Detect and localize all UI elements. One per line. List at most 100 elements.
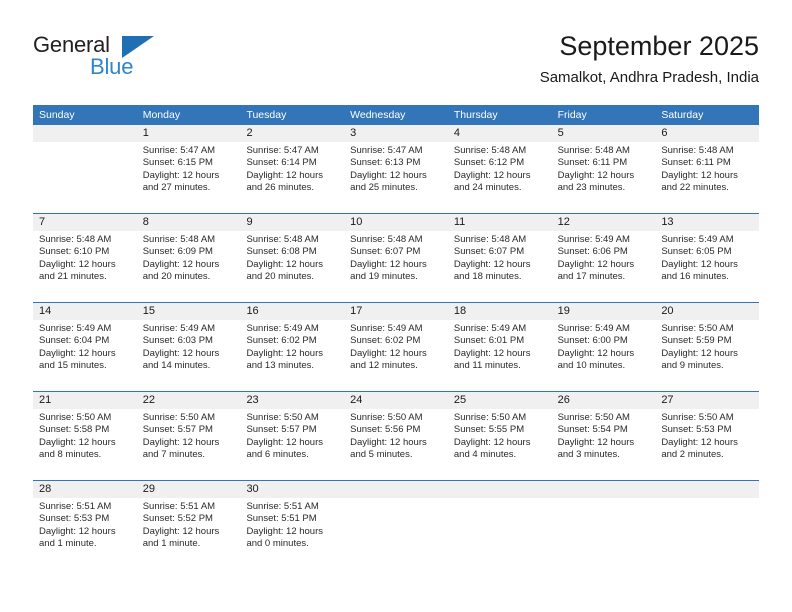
daylight-line: and 27 minutes.: [142, 181, 211, 193]
daylight-line: and 26 minutes.: [246, 181, 315, 193]
day-number[interactable]: 4: [448, 125, 552, 142]
day-cell[interactable]: Sunrise: 5:48 AM Sunset: 6:07 PM Daylight:…: [344, 231, 448, 302]
day-number[interactable]: 26: [552, 392, 656, 409]
day-number[interactable]: 28: [33, 481, 137, 498]
day-number[interactable]: 22: [137, 392, 241, 409]
daylight-line: Daylight: 12 hours: [246, 258, 324, 270]
day-cell[interactable]: Sunrise: 5:51 AM Sunset: 5:51 PM Daylight:…: [240, 498, 344, 569]
day-cell[interactable]: Sunrise: 5:49 AM Sunset: 6:05 PM Daylight:…: [655, 231, 759, 302]
day-number[interactable]: 25: [448, 392, 552, 409]
day-number[interactable]: 19: [552, 303, 656, 320]
day-number[interactable]: 7: [33, 214, 137, 231]
day-number[interactable]: 27: [655, 392, 759, 409]
daylight-line: and 10 minutes.: [557, 359, 626, 371]
date-number-band: 28 29 30: [33, 481, 759, 498]
day-number[interactable]: 5: [552, 125, 656, 142]
day-number[interactable]: 29: [137, 481, 241, 498]
day-cell[interactable]: Sunrise: 5:48 AM Sunset: 6:08 PM Daylight:…: [240, 231, 344, 302]
sunrise-line: Sunrise: 5:49 AM: [350, 323, 423, 334]
day-number[interactable]: 12: [552, 214, 656, 231]
day-number[interactable]: 20: [655, 303, 759, 320]
sunset-line: Sunset: 6:11 PM: [557, 157, 628, 169]
day-number[interactable]: 9: [240, 214, 344, 231]
day-cell[interactable]: Sunrise: 5:50 AM Sunset: 5:55 PM Daylight:…: [448, 409, 552, 480]
sunrise-line: Sunrise: 5:51 AM: [246, 501, 319, 512]
day-number[interactable]: 24: [344, 392, 448, 409]
day-cell[interactable]: Sunrise: 5:51 AM Sunset: 5:53 PM Daylight:…: [33, 498, 137, 569]
day-cell[interactable]: Sunrise: 5:50 AM Sunset: 5:53 PM Daylight:…: [655, 409, 759, 480]
day-cell[interactable]: Sunrise: 5:48 AM Sunset: 6:10 PM Daylight:…: [33, 231, 137, 302]
day-cell[interactable]: Sunrise: 5:50 AM Sunset: 5:54 PM Daylight:…: [552, 409, 656, 480]
day-cell[interactable]: Sunrise: 5:50 AM Sunset: 5:57 PM Daylight:…: [240, 409, 344, 480]
sunrise-line: Sunrise: 5:48 AM: [453, 145, 527, 156]
daylight-line: and 17 minutes.: [557, 270, 626, 282]
sunrise-line: Sunrise: 5:50 AM: [142, 412, 216, 423]
sunset-line: Sunset: 5:55 PM: [453, 424, 525, 436]
day-cell[interactable]: Sunrise: 5:48 AM Sunset: 6:12 PM Daylight:…: [448, 142, 552, 213]
weekday-header-monday: Monday: [142, 109, 181, 121]
day-number[interactable]: 10: [344, 214, 448, 231]
day-number[interactable]: 30: [240, 481, 344, 498]
day-cell[interactable]: Sunrise: 5:50 AM Sunset: 5:58 PM Daylight:…: [33, 409, 137, 480]
sunrise-line: Sunrise: 5:50 AM: [557, 412, 630, 423]
general-blue-logo[interactable]: General Blue: [33, 32, 163, 84]
day-cell[interactable]: Sunrise: 5:49 AM Sunset: 6:02 PM Daylight:…: [344, 320, 448, 391]
day-number[interactable]: 6: [655, 125, 759, 142]
page-title: September 2025: [559, 31, 759, 61]
day-cell[interactable]: Sunrise: 5:48 AM Sunset: 6:09 PM Daylight:…: [137, 231, 241, 302]
sunset-line: Sunset: 6:06 PM: [557, 246, 628, 258]
daylight-line: and 21 minutes.: [39, 270, 107, 282]
daylight-line: and 1 minute.: [142, 537, 201, 549]
day-cell[interactable]: Sunrise: 5:49 AM Sunset: 6:02 PM Daylight:…: [240, 320, 344, 391]
day-cell[interactable]: Sunrise: 5:49 AM Sunset: 6:03 PM Daylight:…: [137, 320, 241, 391]
day-cell[interactable]: Sunrise: 5:47 AM Sunset: 6:14 PM Daylight:…: [240, 142, 344, 213]
sunrise-line: Sunrise: 5:48 AM: [350, 234, 423, 245]
day-number-empty: [33, 125, 137, 142]
daylight-line: and 25 minutes.: [350, 181, 418, 193]
day-number[interactable]: 17: [344, 303, 448, 320]
date-number-band: 14 15 16 17 18 19 20: [33, 303, 759, 320]
sunset-line: Sunset: 5:52 PM: [142, 513, 213, 525]
day-cell-empty: [33, 142, 137, 213]
day-cell[interactable]: Sunrise: 5:49 AM Sunset: 6:04 PM Daylight:…: [33, 320, 137, 391]
day-number[interactable]: 1: [137, 125, 241, 142]
day-cell[interactable]: Sunrise: 5:49 AM Sunset: 6:00 PM Daylight:…: [552, 320, 656, 391]
day-number[interactable]: 3: [344, 125, 448, 142]
daylight-line: and 13 minutes.: [246, 359, 315, 371]
sunset-line: Sunset: 6:11 PM: [661, 157, 731, 169]
day-cell[interactable]: Sunrise: 5:47 AM Sunset: 6:13 PM Daylight:…: [344, 142, 448, 213]
sunrise-line: Sunrise: 5:49 AM: [557, 323, 630, 334]
sunset-line: Sunset: 6:03 PM: [142, 335, 213, 347]
daylight-line: Daylight: 12 hours: [350, 169, 427, 181]
daylight-line: and 9 minutes.: [661, 359, 724, 371]
day-cell[interactable]: Sunrise: 5:48 AM Sunset: 6:07 PM Daylight:…: [448, 231, 552, 302]
daylight-line: Daylight: 12 hours: [142, 169, 220, 181]
day-cell[interactable]: Sunrise: 5:50 AM Sunset: 5:59 PM Daylight:…: [655, 320, 759, 391]
sunrise-line: Sunrise: 5:49 AM: [661, 234, 734, 245]
day-number[interactable]: 11: [448, 214, 552, 231]
day-number[interactable]: 21: [33, 392, 137, 409]
day-cell[interactable]: Sunrise: 5:50 AM Sunset: 5:56 PM Daylight:…: [344, 409, 448, 480]
day-number[interactable]: 16: [240, 303, 344, 320]
day-cell[interactable]: Sunrise: 5:48 AM Sunset: 6:11 PM Daylight:…: [552, 142, 656, 213]
day-number[interactable]: 8: [137, 214, 241, 231]
day-number[interactable]: 14: [33, 303, 137, 320]
day-detail-band: Sunrise: 5:49 AM Sunset: 6:04 PM Daylight:…: [33, 320, 759, 391]
day-cell-empty: [552, 498, 656, 569]
day-cell[interactable]: Sunrise: 5:49 AM Sunset: 6:01 PM Daylight:…: [448, 320, 552, 391]
day-cell[interactable]: Sunrise: 5:51 AM Sunset: 5:52 PM Daylight:…: [137, 498, 241, 569]
day-number[interactable]: 23: [240, 392, 344, 409]
day-number[interactable]: 15: [137, 303, 241, 320]
day-cell[interactable]: Sunrise: 5:47 AM Sunset: 6:15 PM Daylight:…: [137, 142, 241, 213]
day-number[interactable]: 18: [448, 303, 552, 320]
day-number[interactable]: 2: [240, 125, 344, 142]
weekday-header-wednesday: Wednesday: [350, 109, 406, 121]
daylight-line: Daylight: 12 hours: [246, 347, 324, 359]
day-cell[interactable]: Sunrise: 5:49 AM Sunset: 6:06 PM Daylight:…: [552, 231, 656, 302]
daylight-line: Daylight: 12 hours: [39, 436, 116, 448]
sunset-line: Sunset: 5:53 PM: [661, 424, 732, 436]
day-number[interactable]: 13: [655, 214, 759, 231]
daylight-line: Daylight: 12 hours: [39, 525, 116, 537]
day-cell[interactable]: Sunrise: 5:50 AM Sunset: 5:57 PM Daylight:…: [137, 409, 241, 480]
day-cell[interactable]: Sunrise: 5:48 AM Sunset: 6:11 PM Daylight:…: [655, 142, 759, 213]
